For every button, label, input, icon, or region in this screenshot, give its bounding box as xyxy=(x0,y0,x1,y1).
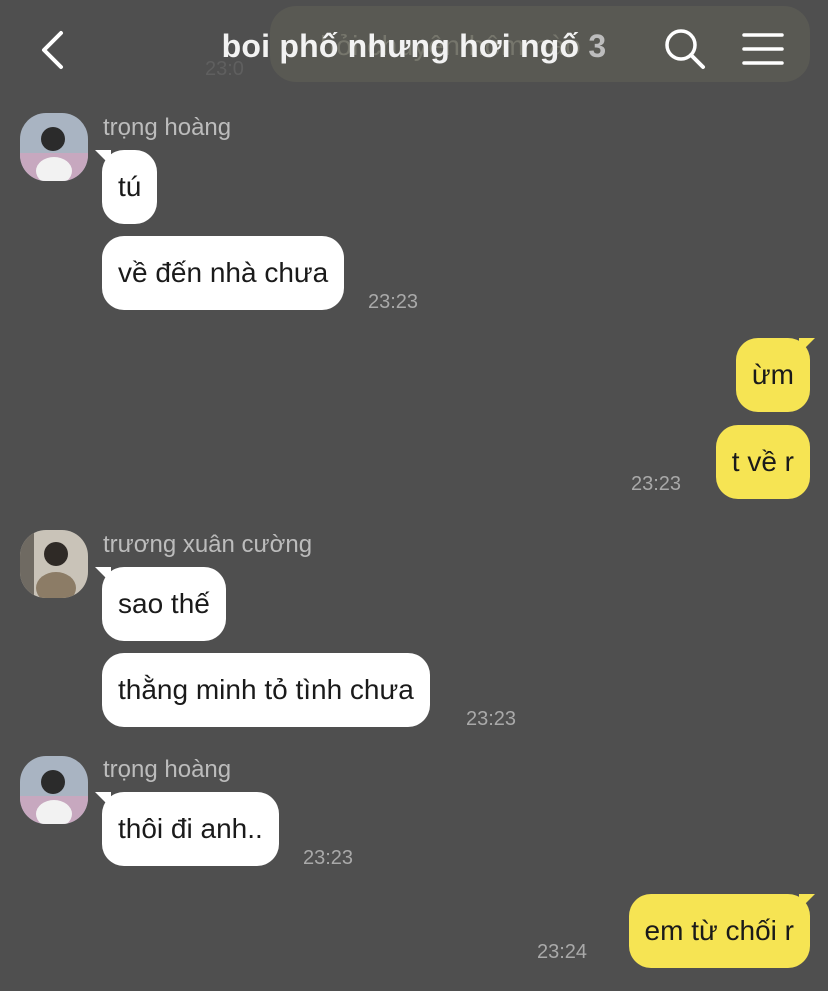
message-time: 23:24 xyxy=(537,941,588,963)
sender-name: trọng hoàng xyxy=(103,756,232,783)
message-bubble[interactable]: sao thế xyxy=(102,567,226,641)
avatar-truong-xuan-cuong[interactable] xyxy=(20,530,88,598)
profile-photo-icon xyxy=(20,530,88,598)
message-time: 23:23 xyxy=(368,291,419,313)
avatar-trong-hoang[interactable] xyxy=(20,756,88,824)
search-icon xyxy=(665,29,705,69)
member-count: 3 xyxy=(588,28,607,64)
outgoing-message-bubble[interactable]: em từ chối r xyxy=(628,894,810,968)
message-bubble[interactable]: thôi đi anh.. xyxy=(102,792,279,866)
message-time: 23:23 xyxy=(466,708,517,730)
chat-header: hỏi chuyện hôm nào 23:0 boi phố nhưng hơ… xyxy=(0,0,828,100)
message-time: 23:23 xyxy=(631,473,682,495)
avatar-trong-hoang[interactable] xyxy=(20,113,88,181)
outgoing-message-bubble[interactable]: ừm xyxy=(735,338,810,412)
profile-photo-icon xyxy=(20,756,88,824)
message-bubble[interactable]: về đến nhà chưa xyxy=(102,236,345,310)
menu-button[interactable] xyxy=(740,30,786,70)
search-button[interactable] xyxy=(662,26,708,72)
message-bubble[interactable]: thằng minh tỏ tình chưa xyxy=(102,653,430,727)
message-bubble[interactable]: tú xyxy=(102,150,158,224)
hamburger-menu-icon xyxy=(742,33,784,65)
chat-title-name: boi phố nhưng hơi ngố xyxy=(221,28,580,64)
profile-photo-icon xyxy=(20,113,88,181)
sender-name: trương xuân cường xyxy=(103,531,313,558)
sender-name: trọng hoàng xyxy=(103,114,232,141)
message-time: 23:23 xyxy=(303,847,354,869)
outgoing-message-bubble[interactable]: t về r xyxy=(715,425,810,499)
